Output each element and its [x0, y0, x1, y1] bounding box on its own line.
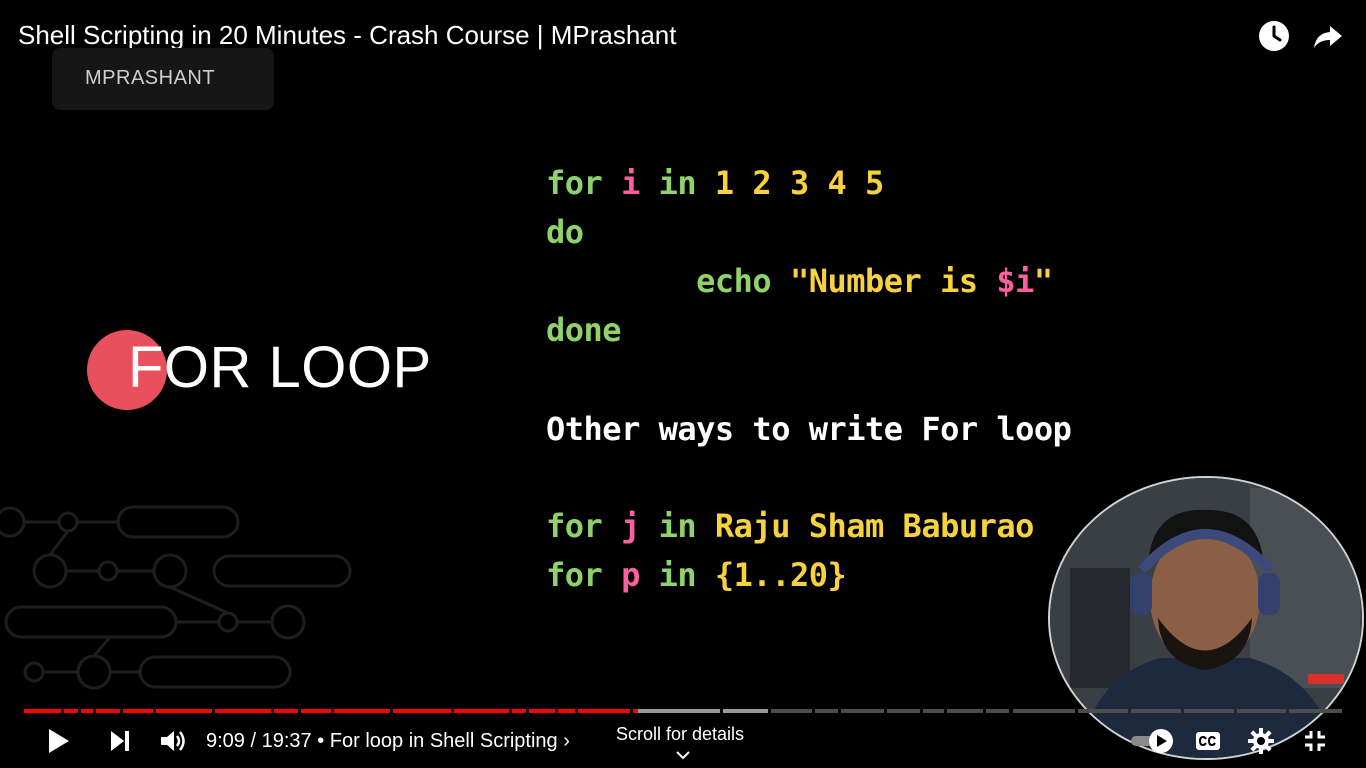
code-token: {1..20} [696, 556, 847, 594]
exit-fullscreen-button[interactable] [1298, 724, 1332, 758]
chapter-segment[interactable] [274, 709, 298, 713]
chapter-segment[interactable] [841, 709, 885, 713]
chapter-segment[interactable] [946, 709, 984, 713]
autoplay-toggle-icon [1131, 729, 1173, 753]
chapter-segment[interactable] [1289, 709, 1342, 713]
chapter-segment[interactable] [80, 709, 94, 713]
presenter-webcam [1048, 476, 1364, 760]
code-line: echo "Number is $i" [546, 262, 1053, 300]
exit-fullscreen-icon [1305, 731, 1325, 751]
code-token: $i [996, 262, 1034, 300]
play-icon [49, 729, 69, 753]
chapter-segment[interactable] [1078, 709, 1129, 713]
code-line: do [546, 213, 584, 251]
code-token: for [546, 507, 603, 545]
chapter-segment[interactable] [528, 709, 555, 713]
watch-later-button[interactable] [1256, 18, 1292, 54]
play-button[interactable] [42, 724, 76, 758]
chapter-segment[interactable] [557, 709, 575, 713]
chapter-segment[interactable] [24, 709, 61, 713]
code-token: "Number is [771, 262, 997, 300]
chapter-segment[interactable] [155, 709, 213, 713]
chapter-segment[interactable] [393, 709, 451, 713]
code-token: for [546, 164, 603, 202]
chapter-title[interactable]: • For loop in Shell Scripting [317, 730, 557, 752]
share-icon [1314, 26, 1342, 48]
progress-bar[interactable] [24, 709, 1342, 713]
chapter-chevron-icon[interactable]: › [563, 730, 570, 752]
settings-button[interactable] [1244, 724, 1278, 758]
chapter-segment[interactable] [1183, 709, 1234, 713]
code-line: for i in 1 2 3 4 5 [546, 164, 884, 202]
code-token: in [658, 556, 697, 594]
chapter-segment[interactable] [122, 709, 153, 713]
chapter-segment[interactable] [986, 709, 1010, 713]
chapter-segment[interactable] [300, 709, 331, 713]
skip-next-icon [111, 731, 129, 751]
presenter-avatar-icon [1050, 478, 1362, 758]
chapter-segment[interactable] [814, 709, 839, 713]
captions-button[interactable] [1192, 726, 1224, 756]
code-token: in [658, 507, 697, 545]
time-display: 9:09 / 19:37 [206, 730, 312, 752]
gear-icon [1248, 728, 1274, 754]
clock-icon [1259, 21, 1289, 51]
chapter-segment[interactable] [1236, 709, 1287, 713]
video-frame[interactable]: FOR LOOP for i in 1 2 3 4 5 do echo "Numb… [0, 0, 1366, 768]
code-token: " [1033, 262, 1053, 300]
chevron-down-icon [676, 751, 690, 760]
code-line: for j in Raju Sham Baburao [546, 507, 1034, 545]
next-button[interactable] [104, 724, 136, 758]
scroll-for-details[interactable]: Scroll for details [616, 724, 745, 760]
time-and-chapter: 9:09 / 19:37 • For loop in Shell Scripti… [206, 730, 570, 753]
code-token: done [546, 311, 622, 349]
chapter-segment[interactable] [771, 709, 812, 713]
code-token: echo [696, 262, 772, 300]
chapter-segment[interactable] [63, 709, 78, 713]
chapter-segment[interactable] [638, 709, 720, 713]
channel-name: MPRASHANT [85, 67, 216, 89]
share-button[interactable] [1310, 18, 1346, 54]
chapter-segment[interactable] [511, 709, 526, 713]
slide-subheading: Other ways to write For loop [546, 410, 1072, 448]
code-token: p [621, 556, 640, 594]
code-token: j [621, 507, 640, 545]
chapter-segment[interactable] [722, 709, 769, 713]
code-line: done [546, 311, 622, 349]
volume-button[interactable] [156, 724, 190, 758]
chapter-segment[interactable] [1012, 709, 1076, 713]
code-line: for p in {1..20} [546, 556, 847, 594]
code-token: do [546, 213, 584, 251]
chapter-segment[interactable] [577, 709, 630, 713]
chapter-segment[interactable] [96, 709, 120, 713]
chapter-segment[interactable] [887, 709, 920, 713]
code-token: for [546, 556, 603, 594]
autoplay-toggle[interactable] [1128, 726, 1176, 756]
channel-chip[interactable]: MPRASHANT [52, 48, 274, 110]
chapter-segment[interactable] [922, 709, 944, 713]
scroll-hint-label: Scroll for details [616, 724, 745, 744]
volume-icon [161, 731, 185, 751]
chapter-segment[interactable] [453, 709, 509, 713]
chapter-segment[interactable] [1131, 709, 1181, 713]
video-title[interactable]: Shell Scripting in 20 Minutes - Crash Co… [18, 20, 676, 51]
chapter-segment[interactable] [215, 709, 272, 713]
code-token: in [658, 164, 697, 202]
code-token: Raju Sham Baburao [696, 507, 1035, 545]
code-token: 1 2 3 4 5 [696, 164, 884, 202]
circuit-decoration-icon [0, 505, 352, 690]
captions-icon [1196, 732, 1220, 750]
section-title: FOR LOOP [128, 335, 432, 400]
code-token: i [621, 164, 640, 202]
chapter-segment[interactable] [333, 709, 391, 713]
